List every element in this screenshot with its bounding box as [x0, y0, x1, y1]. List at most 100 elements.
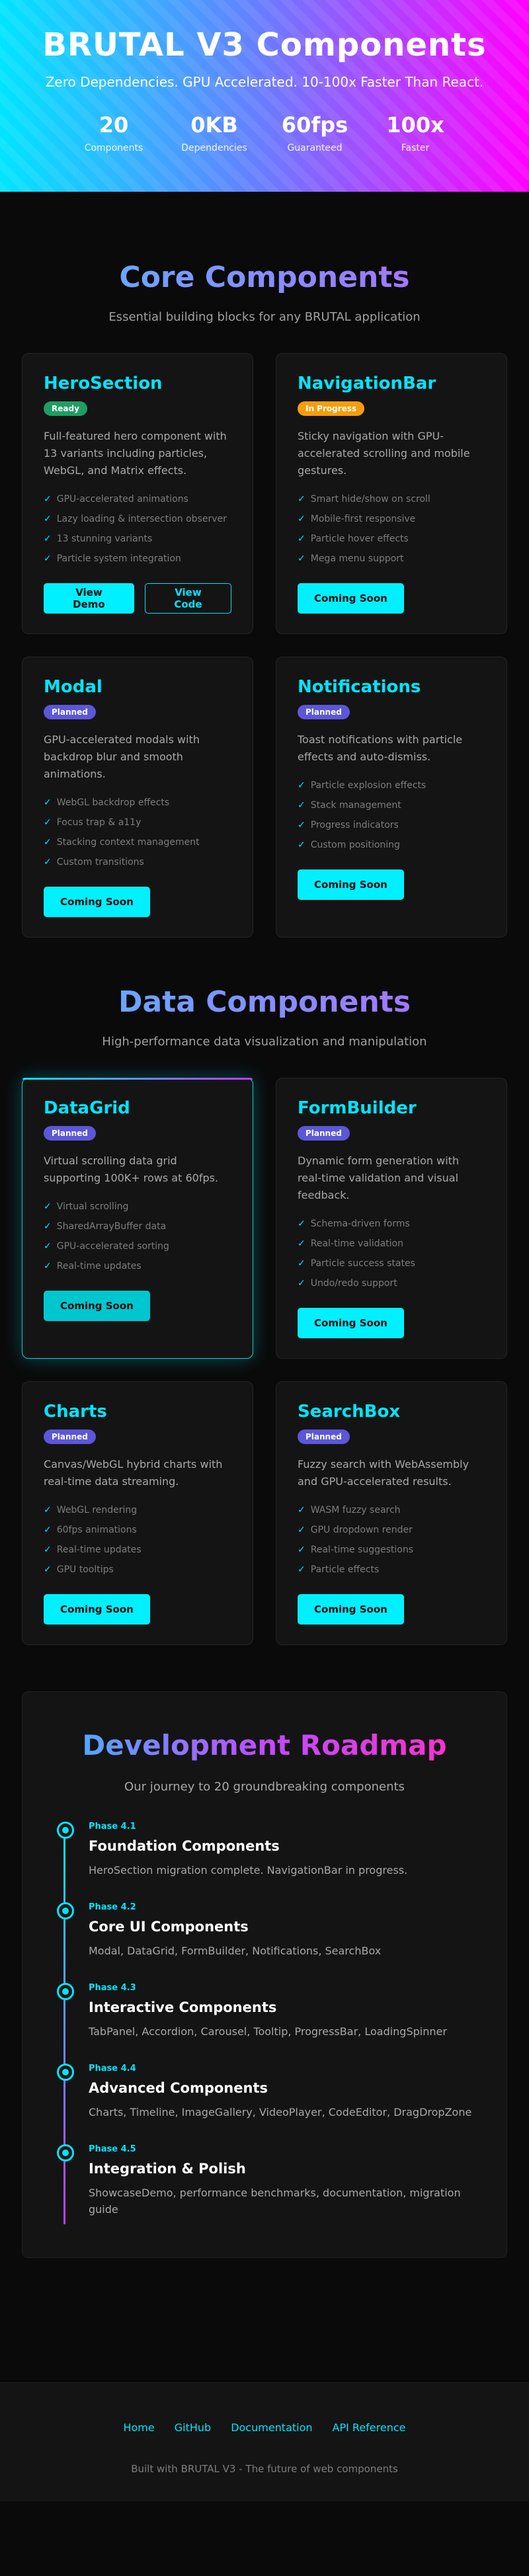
- footer-link-home[interactable]: Home: [123, 2421, 154, 2434]
- phase-description: TabPanel, Accordion, Carousel, Tooltip, …: [89, 2025, 447, 2038]
- phase-label: Phase 4.1: [89, 1822, 136, 1831]
- status-badge: Planned: [44, 705, 96, 719]
- component-card-searchbox: SearchBox Planned Fuzzy search with WebA…: [276, 1381, 507, 1645]
- timeline-item: Phase 4.4 Advanced Components Charts, Ti…: [57, 2064, 480, 2120]
- phase-title: Foundation Components: [89, 1838, 280, 1854]
- status-badge: Planned: [298, 1126, 350, 1141]
- check-icon: ✓: [298, 1564, 305, 1575]
- feature-item: ✓ Mega menu support: [298, 553, 404, 564]
- check-icon: ✓: [44, 837, 52, 848]
- feature-item: ✓ GPU tooltips: [44, 1564, 114, 1575]
- timeline-item: Phase 4.3 Interactive Components TabPane…: [57, 1983, 480, 2040]
- status-badge: Planned: [298, 705, 350, 719]
- timeline-item: Phase 4.5 Integration & Polish ShowcaseD…: [57, 2144, 480, 2218]
- footer-link-github[interactable]: GitHub: [175, 2421, 211, 2434]
- coming-soon-button[interactable]: Coming Soon: [298, 583, 404, 614]
- stat-fps: 60fps Guaranteed: [276, 112, 354, 153]
- check-icon: ✓: [298, 1525, 305, 1535]
- feature-item: ✓ Particle hover effects: [298, 534, 409, 544]
- card-description: Sticky navigation with GPU-accelerated s…: [298, 430, 470, 477]
- section-subtitle: Essential building blocks for any BRUTAL…: [108, 310, 421, 324]
- stat-value: 0KB: [190, 112, 238, 138]
- roadmap-section: Development Roadmap Our journey to 20 gr…: [22, 1691, 507, 2258]
- check-icon: ✓: [44, 1525, 52, 1535]
- card-description: Canvas/WebGL hybrid charts with real-tim…: [44, 1458, 223, 1488]
- feature-list: ✓ Particle explosion effects ✓ Stack manag…: [298, 780, 485, 851]
- feature-item: ✓ GPU dropdown render: [298, 1525, 413, 1535]
- check-icon: ✓: [298, 1219, 305, 1229]
- check-icon: ✓: [44, 494, 52, 504]
- coming-soon-button[interactable]: Coming Soon: [298, 869, 404, 900]
- feature-item: ✓ Custom positioning: [298, 840, 400, 850]
- footer-link-api-reference[interactable]: API Reference: [333, 2421, 406, 2434]
- timeline-dot-icon: [57, 1902, 74, 1919]
- feature-item: ✓ Progress indicators: [298, 820, 399, 830]
- coming-soon-button[interactable]: Coming Soon: [298, 1308, 404, 1338]
- view-demo-button[interactable]: View Demo: [44, 583, 134, 614]
- card-actions: Coming Soon: [298, 869, 485, 900]
- stat-components: 20 Components: [75, 112, 153, 153]
- check-icon: ✓: [44, 1221, 52, 1232]
- check-icon: ✓: [44, 514, 52, 524]
- core-components-section: Core Components Essential building block…: [0, 192, 529, 938]
- check-icon: ✓: [44, 1545, 52, 1555]
- check-icon: ✓: [298, 840, 305, 850]
- roadmap-title: Development Roadmap: [49, 1729, 480, 1761]
- feature-item: ✓ Focus trap & a11y: [44, 817, 142, 828]
- feature-item: ✓ SharedArrayBuffer data: [44, 1221, 167, 1232]
- stat-value: 20: [99, 112, 129, 138]
- component-card-herosection: HeroSection Ready Full-featured hero com…: [22, 353, 253, 634]
- card-title: Modal: [44, 677, 102, 697]
- card-actions: Coming Soon: [44, 887, 231, 917]
- feature-item: ✓ Virtual scrolling: [44, 1201, 129, 1212]
- hero-stats: 20 Components 0KB Dependencies 60fps Gua…: [0, 112, 529, 153]
- timeline-dot-icon: [57, 1822, 74, 1839]
- check-icon: ✓: [298, 514, 305, 524]
- card-title: Notifications: [298, 677, 421, 697]
- coming-soon-button[interactable]: Coming Soon: [44, 1594, 150, 1625]
- check-icon: ✓: [298, 494, 305, 504]
- data-components-section: Data Components High-performance data vi…: [0, 938, 529, 1645]
- feature-item: ✓ Lazy loading & intersection observer: [44, 514, 227, 524]
- component-card-navigationbar: NavigationBar In Progress Sticky navigat…: [276, 353, 507, 634]
- view-code-button[interactable]: View Code: [144, 583, 231, 614]
- roadmap-timeline: Phase 4.1 Foundation Components HeroSect…: [49, 1822, 480, 2224]
- feature-list: ✓ Virtual scrolling ✓ SharedArrayBuffer da…: [44, 1201, 231, 1272]
- check-icon: ✓: [44, 1201, 52, 1212]
- check-icon: ✓: [44, 553, 52, 564]
- coming-soon-button[interactable]: Coming Soon: [298, 1594, 404, 1625]
- feature-item: ✓ Smart hide/show on scroll: [298, 494, 430, 504]
- feature-item: ✓ Stacking context management: [44, 837, 200, 848]
- status-badge: Ready: [44, 401, 87, 416]
- feature-item: ✓ Mobile-first responsive: [298, 514, 416, 524]
- status-badge: Planned: [298, 1429, 350, 1444]
- component-card-datagrid: DataGrid Planned Virtual scrolling data …: [22, 1078, 253, 1359]
- coming-soon-button[interactable]: Coming Soon: [44, 887, 150, 917]
- feature-item: ✓ Undo/redo support: [298, 1278, 397, 1289]
- feature-list: ✓ WASM fuzzy search ✓ GPU dropdown render …: [298, 1505, 485, 1576]
- core-components-grid: HeroSection Ready Full-featured hero com…: [22, 353, 507, 938]
- feature-item: ✓ Schema-driven forms: [298, 1219, 410, 1229]
- check-icon: ✓: [44, 534, 52, 544]
- card-actions: Coming Soon: [298, 1594, 485, 1625]
- timeline-dot-icon: [57, 1983, 74, 2000]
- check-icon: ✓: [298, 1278, 305, 1289]
- check-icon: ✓: [44, 1261, 52, 1271]
- check-icon: ✓: [298, 1238, 305, 1249]
- hero-section: BRUTAL V3 Components Zero Dependencies. …: [0, 0, 529, 192]
- check-icon: ✓: [298, 820, 305, 830]
- card-title: DataGrid: [44, 1098, 130, 1118]
- component-card-charts: Charts Planned Canvas/WebGL hybrid chart…: [22, 1381, 253, 1645]
- card-description: Full-featured hero component with 13 var…: [44, 430, 227, 477]
- card-description: Fuzzy search with WebAssembly and GPU-ac…: [298, 1458, 469, 1488]
- timeline-dot-icon: [57, 2144, 74, 2161]
- coming-soon-button[interactable]: Coming Soon: [44, 1291, 150, 1321]
- footer-link-documentation[interactable]: Documentation: [231, 2421, 312, 2434]
- data-components-grid: DataGrid Planned Virtual scrolling data …: [22, 1078, 507, 1645]
- feature-item: ✓ Particle system integration: [44, 553, 181, 564]
- feature-item: ✓ 13 stunning variants: [44, 534, 153, 544]
- hero-title: BRUTAL V3 Components: [42, 26, 487, 63]
- check-icon: ✓: [298, 780, 305, 791]
- footer-copyright: Built with BRUTAL V3 - The future of web…: [131, 2463, 398, 2475]
- card-title: Charts: [44, 1402, 107, 1422]
